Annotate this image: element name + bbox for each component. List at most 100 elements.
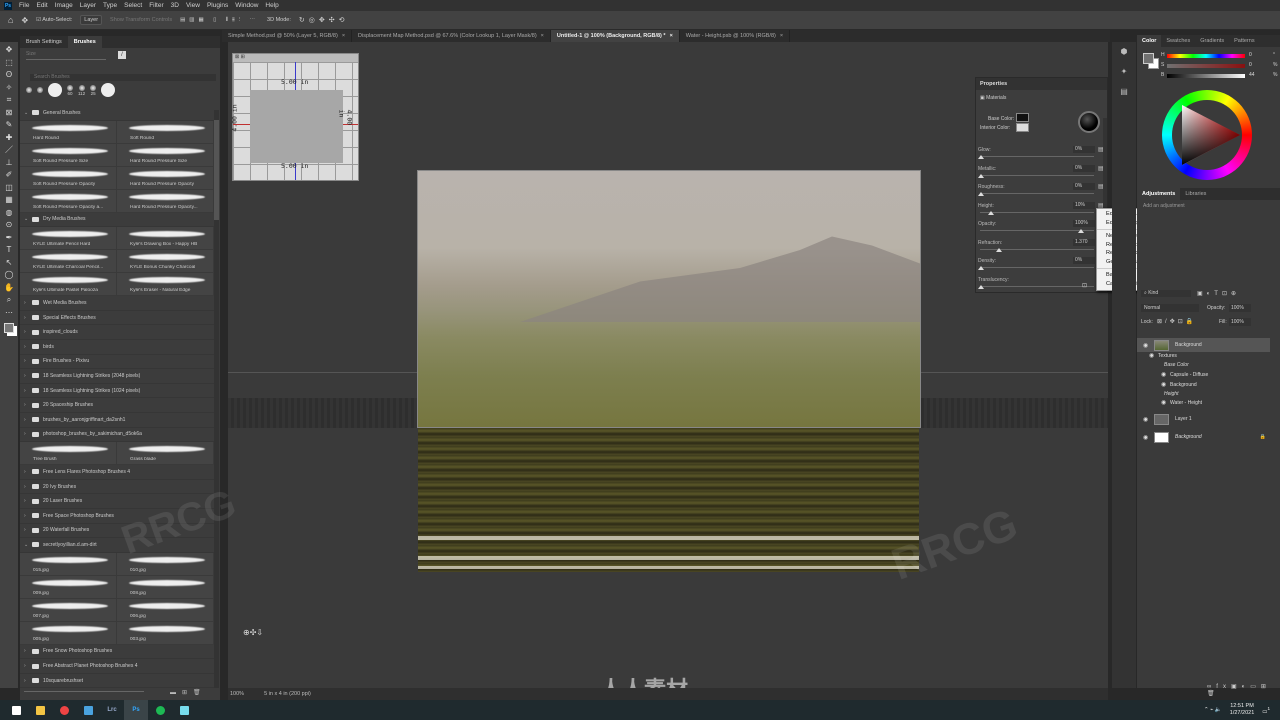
menu-window[interactable]: Window xyxy=(235,2,258,9)
property-slider-track[interactable] xyxy=(980,211,1094,213)
brush-folder[interactable]: › Wet Media Brushes xyxy=(20,296,214,311)
brush-folder[interactable]: › Special Effects Brushes xyxy=(20,311,214,326)
taskbar-file-explorer-icon[interactable] xyxy=(28,700,52,720)
align-icons[interactable]: ▤▥▦ ▯ ⫴⫵⫶ ⋯ xyxy=(180,17,259,24)
tool-icon[interactable]: ✎ xyxy=(2,119,16,131)
visibility-eye-icon[interactable]: ◉ xyxy=(1143,434,1150,441)
zoom-level[interactable]: 100% xyxy=(230,691,244,697)
brush-item[interactable]: Soft Round Pressure Opacity xyxy=(20,166,117,190)
taskbar-ps-icon[interactable]: Ps xyxy=(124,700,148,720)
materials-tab[interactable]: ▣ Materials xyxy=(980,95,1006,101)
tool-icon[interactable]: ⊥ xyxy=(2,157,16,169)
taskbar-start-icon[interactable] xyxy=(4,700,28,720)
brush-item[interactable]: KYLE Ultimate Pencil Hard xyxy=(20,227,117,251)
layer-row[interactable]: ◉Base Color xyxy=(1137,360,1270,369)
slider-gradient[interactable] xyxy=(1167,64,1245,68)
tool-icon[interactable]: ⌕ xyxy=(2,294,16,306)
brush-folder[interactable]: › 20 Ivy Brushes xyxy=(20,480,214,495)
brush-folder[interactable]: › Free Lens Flares Photoshop Brushes 4 xyxy=(20,465,214,480)
document-tab[interactable]: Water - Height.psb @ 100% (RGB/8) × xyxy=(680,30,791,42)
chevron-right-icon[interactable]: › xyxy=(24,648,28,654)
brush-item[interactable]: Hard Round xyxy=(20,120,117,144)
tab-adjustments[interactable]: Adjustments xyxy=(1137,188,1181,200)
show-transform-controls-checkbox[interactable]: Show Transform Controls xyxy=(110,17,172,23)
menu-layer[interactable]: Layer xyxy=(80,2,96,9)
chevron-right-icon[interactable]: › xyxy=(24,484,28,490)
menu-type[interactable]: Type xyxy=(103,2,117,9)
foreground-color[interactable] xyxy=(1143,53,1154,64)
menu-plugins[interactable]: Plugins xyxy=(207,2,228,9)
property-slider-track[interactable] xyxy=(980,174,1094,176)
size-slider[interactable] xyxy=(26,59,106,60)
property-slider-track[interactable] xyxy=(980,230,1094,231)
property-value-input[interactable]: 0% xyxy=(1073,164,1095,172)
document-tab[interactable]: Displacement Map Method.psd @ 67.6% (Col… xyxy=(352,30,551,42)
move-tool-icon[interactable]: ✥ xyxy=(21,16,28,25)
tool-icon[interactable]: ⬚ xyxy=(2,57,16,69)
layer-row[interactable]: ◉ Water - Height xyxy=(1137,398,1270,407)
chevron-right-icon[interactable]: › xyxy=(24,431,28,437)
taskbar-mail-icon[interactable] xyxy=(76,700,100,720)
brush-item[interactable]: 008.jpg xyxy=(117,575,214,599)
property-slider-thumb[interactable] xyxy=(978,173,984,178)
tab-gradients[interactable]: Gradients xyxy=(1195,35,1229,47)
chevron-right-icon[interactable]: › xyxy=(24,527,28,533)
brush-preset[interactable] xyxy=(48,83,62,97)
menu-image[interactable]: Image xyxy=(55,2,73,9)
tray-icons[interactable]: ⌃ ⌁ 🔈 xyxy=(1204,707,1222,713)
tab-libraries[interactable]: Libraries xyxy=(1180,188,1211,200)
tab-brushes[interactable]: Brushes xyxy=(67,36,102,48)
home-icon[interactable]: ⌂ xyxy=(8,15,13,25)
brush-item[interactable]: 006.jpg xyxy=(117,598,214,622)
slider-value[interactable]: 44 xyxy=(1249,72,1255,78)
brush-preset[interactable] xyxy=(37,87,43,93)
brush-folder[interactable]: › birds xyxy=(20,340,214,355)
tool-icon[interactable]: ✥ xyxy=(2,44,16,56)
property-value-input[interactable]: 0% xyxy=(1073,146,1095,153)
brush-folder[interactable]: › Fire Brushes - Pixivu xyxy=(20,355,214,370)
material-preview-sphere[interactable] xyxy=(1078,111,1100,133)
brush-folder[interactable]: ⌄ General Brushes xyxy=(20,106,214,121)
brush-item[interactable]: 009.jpg xyxy=(20,575,117,599)
slider-gradient[interactable] xyxy=(1167,74,1245,78)
chevron-right-icon[interactable]: › xyxy=(24,678,28,684)
layer-row[interactable]: ◉ Layer 1 xyxy=(1137,412,1270,426)
tab-close-icon[interactable]: × xyxy=(780,33,783,39)
fill-input[interactable]: 100% xyxy=(1229,318,1251,326)
brush-folder[interactable]: › photoshop_brushes_by_sakimichan_d5ok6a xyxy=(20,428,214,443)
layer-row[interactable]: ◉ Textures xyxy=(1137,351,1270,360)
brush-folder[interactable]: › 10squarebrushset xyxy=(20,674,214,689)
tool-icon[interactable]: ⊠ xyxy=(2,107,16,119)
brush-item[interactable]: Kyle's Ultimate Pastel Palooza xyxy=(20,273,117,297)
chevron-right-icon[interactable]: › xyxy=(24,469,28,475)
property-slider-track[interactable] xyxy=(980,267,1094,268)
property-slider-thumb[interactable] xyxy=(988,210,994,215)
brush-preview-size-slider[interactable] xyxy=(24,691,144,692)
visibility-eye-icon[interactable]: ◉ xyxy=(1161,399,1168,406)
tool-icon[interactable]: ✒ xyxy=(2,232,16,244)
brush-item[interactable]: Soft Round xyxy=(117,120,214,144)
tab-swatches[interactable]: Swatches xyxy=(1161,35,1195,47)
brush-item[interactable]: Soft Round Pressure Size xyxy=(20,143,117,167)
property-slider-thumb[interactable] xyxy=(1078,229,1084,233)
3d-secondary-view[interactable]: ⊠ ⊞ 5.00 in 5.00 in 4.00 in 4.00 in xyxy=(231,53,359,181)
brush-folder[interactable]: › 20 Spaceship Brushes xyxy=(20,398,214,413)
color-slider-h[interactable]: H 0 ° xyxy=(1137,52,1280,61)
tab-patterns[interactable]: Patterns xyxy=(1229,35,1259,47)
brush-item[interactable]: Soft Round Pressure Opacity a... xyxy=(20,189,117,213)
brush-item[interactable]: Kyle's Eraser - Natural Edge xyxy=(117,273,214,297)
brush-item[interactable]: Grass blade xyxy=(117,442,214,466)
slider-value[interactable]: 0 xyxy=(1249,62,1252,68)
layer-row[interactable]: ◉ Background xyxy=(1137,380,1270,389)
visibility-eye-icon[interactable]: ◉ xyxy=(1161,371,1168,378)
tool-icon[interactable]: ⌗ xyxy=(2,94,16,106)
tool-icon[interactable]: ✐ xyxy=(2,169,16,181)
chevron-right-icon[interactable]: › xyxy=(24,300,28,306)
property-value-input[interactable]: 1.370 xyxy=(1073,238,1095,246)
property-value-input[interactable]: 0% xyxy=(1073,257,1095,264)
brush-item[interactable]: 007.jpg xyxy=(20,598,117,622)
brush-item[interactable]: 015.jpg xyxy=(20,552,117,576)
auto-select-checkbox[interactable]: ☑ Auto-Select: xyxy=(36,17,72,23)
tool-icon[interactable]: ↖ xyxy=(2,257,16,269)
taskbar-lrc-icon[interactable]: Lrc xyxy=(100,700,124,720)
